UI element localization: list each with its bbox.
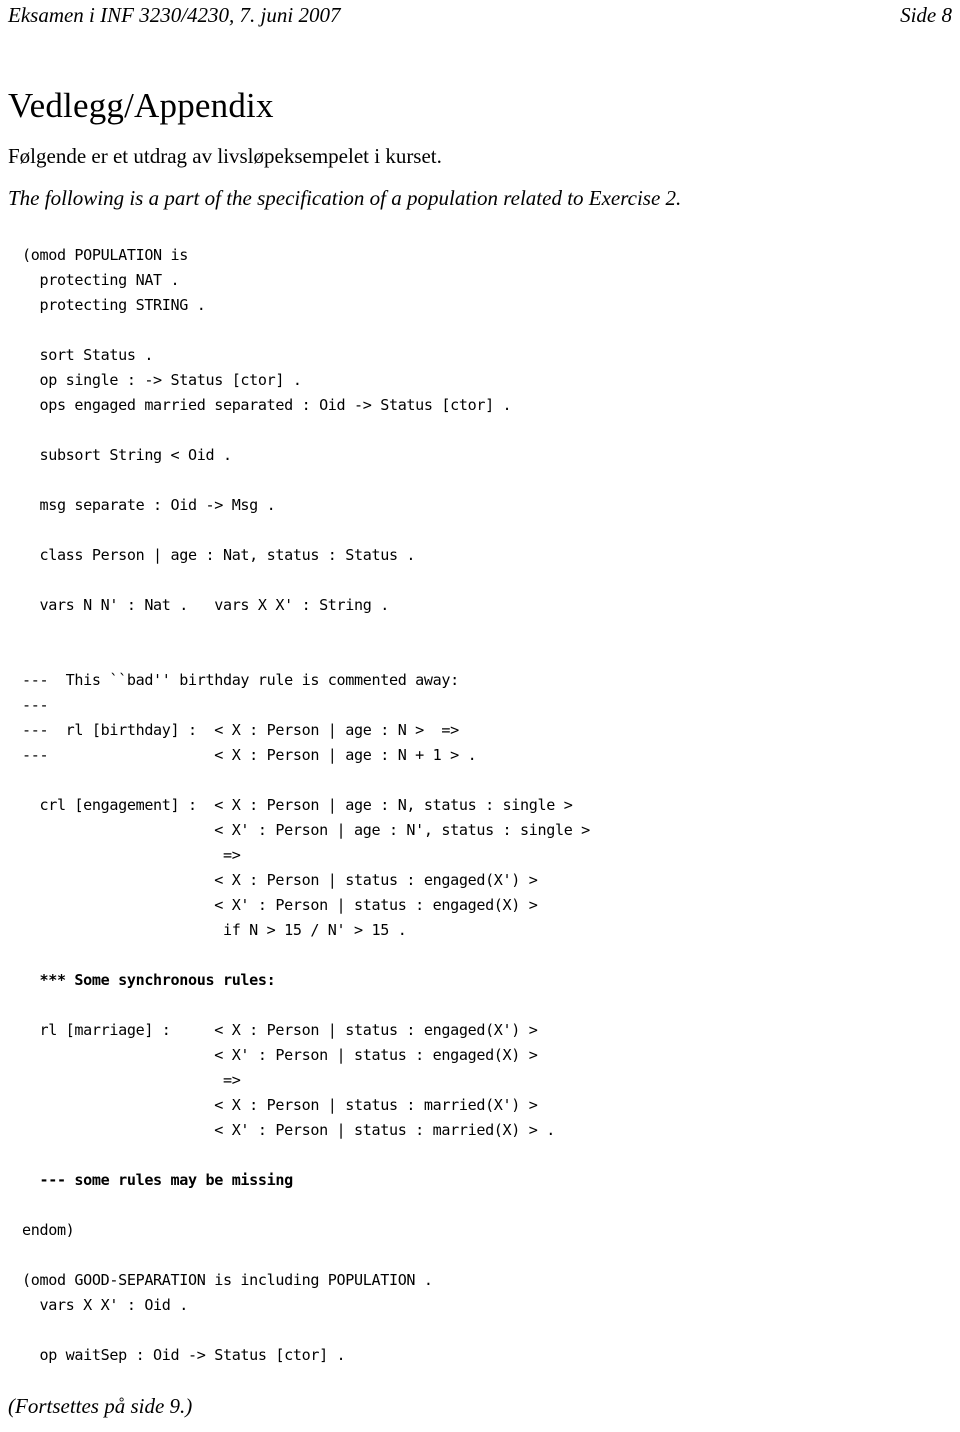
code-line: sort Status .: [22, 346, 154, 364]
intro-text-english: The following is a part of the specifica…: [8, 186, 682, 210]
code-line: vars N N' : Nat . vars X X' : String .: [22, 596, 389, 614]
code-line: < X' : Person | age : N', status : singl…: [22, 821, 590, 839]
code-line: crl [engagement] : < X : Person | age : …: [22, 796, 573, 814]
code-line: =>: [22, 846, 241, 864]
code-line: < X' : Person | status : married(X) > .: [22, 1121, 555, 1139]
running-header: Eksamen i INF 3230/4230, 7. juni 2007 Si…: [8, 2, 952, 28]
code-line: op single : -> Status [ctor] .: [22, 371, 302, 389]
code-line: --- < X : Person | age : N + 1 > .: [22, 746, 477, 764]
page: Eksamen i INF 3230/4230, 7. juni 2007 Si…: [0, 0, 960, 1432]
code-line: < X : Person | status : married(X') >: [22, 1096, 538, 1114]
code-line: subsort String < Oid .: [22, 446, 232, 464]
code-line: *** Some synchronous rules:: [22, 971, 276, 989]
code-line: =>: [22, 1071, 241, 1089]
code-line: < X : Person | status : engaged(X') >: [22, 871, 538, 889]
code-line: (omod POPULATION is: [22, 246, 189, 264]
page-title: Vedlegg/Appendix: [8, 86, 274, 126]
code-line: --- This ``bad'' birthday rule is commen…: [22, 671, 459, 689]
code-line: --- some rules may be missing: [22, 1171, 293, 1189]
code-line: < X' : Person | status : engaged(X) >: [22, 896, 538, 914]
code-line: (omod GOOD-SEPARATION is including POPUL…: [22, 1271, 433, 1289]
code-line: endom): [22, 1221, 75, 1239]
code-line: protecting STRING .: [22, 296, 206, 314]
code-line: protecting NAT .: [22, 271, 180, 289]
code-line: ops engaged married separated : Oid -> S…: [22, 396, 512, 414]
code-line: msg separate : Oid -> Msg .: [22, 496, 276, 514]
code-line: if N > 15 / N' > 15 .: [22, 921, 407, 939]
running-header-page-number: Side 8: [900, 3, 952, 27]
code-line: --- rl [birthday] : < X : Person | age :…: [22, 721, 459, 739]
running-header-left: Eksamen i INF 3230/4230, 7. juni 2007: [8, 3, 341, 27]
code-line: class Person | age : Nat, status : Statu…: [22, 546, 416, 564]
maude-code-block: (omod POPULATION is protecting NAT . pro…: [22, 243, 952, 1368]
intro-text-norwegian: Følgende er et utdrag av livsløpeksempel…: [8, 144, 442, 168]
code-line: < X' : Person | status : engaged(X) >: [22, 1046, 538, 1064]
page-footer-continuation: (Fortsettes på side 9.): [8, 1394, 193, 1418]
code-line: ---: [22, 696, 49, 714]
code-line: rl [marriage] : < X : Person | status : …: [22, 1021, 538, 1039]
code-line: op waitSep : Oid -> Status [ctor] .: [22, 1346, 346, 1364]
code-line: vars X X' : Oid .: [22, 1296, 189, 1314]
